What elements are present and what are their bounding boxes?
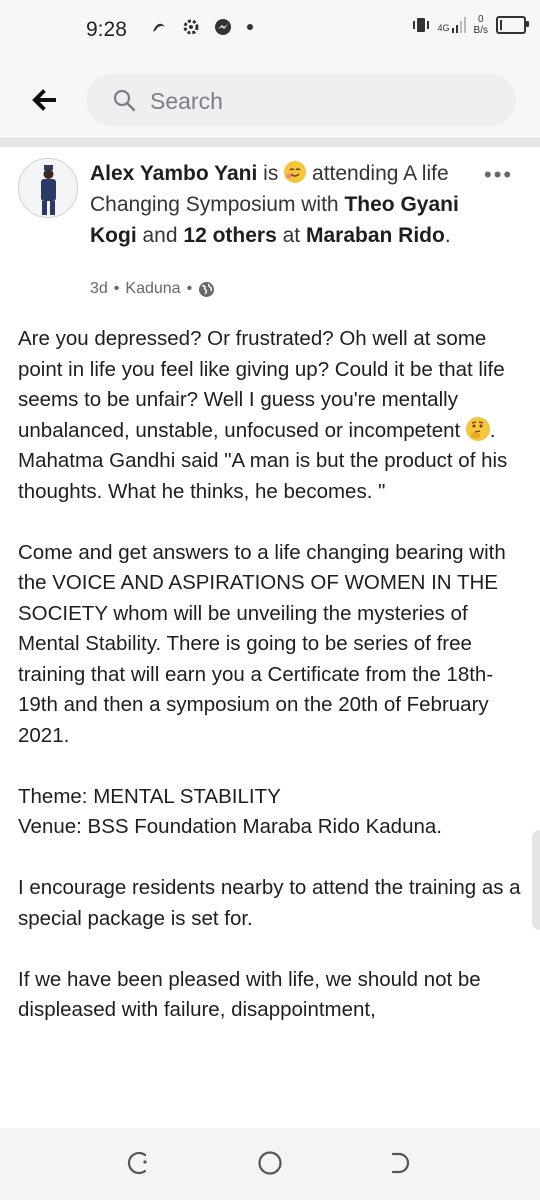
globe-icon bbox=[199, 281, 215, 297]
vibrate-icon bbox=[412, 18, 429, 32]
meta-separator: • bbox=[113, 280, 120, 297]
back-nav-icon[interactable] bbox=[386, 1148, 416, 1178]
post-location: Kaduna bbox=[125, 280, 181, 297]
recent-apps-icon[interactable] bbox=[124, 1148, 154, 1178]
and-word: and bbox=[142, 224, 178, 247]
verb-is: is bbox=[263, 162, 279, 185]
edge-panel-handle[interactable] bbox=[532, 830, 540, 930]
notification-icons bbox=[150, 18, 254, 36]
gear-icon bbox=[183, 19, 199, 35]
status-bar: 9:28 4G 0 B/s bbox=[0, 0, 540, 62]
magnifier-icon bbox=[113, 89, 136, 112]
person-photo bbox=[19, 159, 77, 217]
meta-separator-2: • bbox=[186, 280, 193, 297]
place-link[interactable]: Maraban Rido bbox=[306, 224, 445, 247]
post-headline: Alex Yambo Yani is attending A life Chan… bbox=[90, 158, 470, 251]
search-header bbox=[0, 62, 540, 139]
network-type: 4G bbox=[437, 23, 450, 33]
arrow-left-icon[interactable] bbox=[28, 84, 60, 116]
author-name[interactable]: Alex Yambo Yani bbox=[90, 162, 257, 185]
body-rest: Mahatma Gandhi said "A man is but the pr… bbox=[18, 449, 521, 1021]
signal-icon: 4G bbox=[438, 17, 466, 33]
avatar[interactable] bbox=[18, 158, 78, 218]
at-word: at bbox=[282, 224, 301, 247]
net-speed-value: 0 bbox=[477, 14, 484, 25]
thinking-face-icon bbox=[465, 416, 490, 441]
app-notification-icon bbox=[153, 23, 165, 32]
time-ago[interactable]: 3d bbox=[90, 280, 108, 298]
more-options-button[interactable]: ••• bbox=[484, 162, 513, 188]
feeling-emoji-icon bbox=[284, 161, 307, 183]
post-body: Are you depressed? Or frustrated? Oh wel… bbox=[18, 324, 528, 1026]
dot-icon bbox=[247, 24, 253, 30]
headline-period: . bbox=[444, 224, 451, 247]
search-input[interactable] bbox=[148, 84, 492, 118]
system-status: 4G 0 B/s bbox=[412, 14, 529, 36]
battery-icon bbox=[496, 16, 529, 34]
body-paragraph-1: Are you depressed? Or frustrated? Oh wel… bbox=[18, 327, 505, 442]
others-link[interactable]: 12 others bbox=[183, 224, 276, 247]
search-box[interactable] bbox=[86, 74, 516, 126]
body-paragraph-1-end: . bbox=[489, 418, 496, 442]
net-speed-unit: B/s bbox=[473, 25, 488, 36]
clock: 9:28 bbox=[86, 18, 127, 41]
post-meta: 3d • Kaduna • bbox=[90, 280, 215, 298]
messenger-icon bbox=[215, 19, 231, 35]
home-icon[interactable] bbox=[255, 1148, 285, 1178]
section-divider bbox=[0, 139, 540, 147]
system-navigation-bar bbox=[0, 1128, 540, 1200]
net-speed: 0 B/s bbox=[474, 14, 488, 36]
